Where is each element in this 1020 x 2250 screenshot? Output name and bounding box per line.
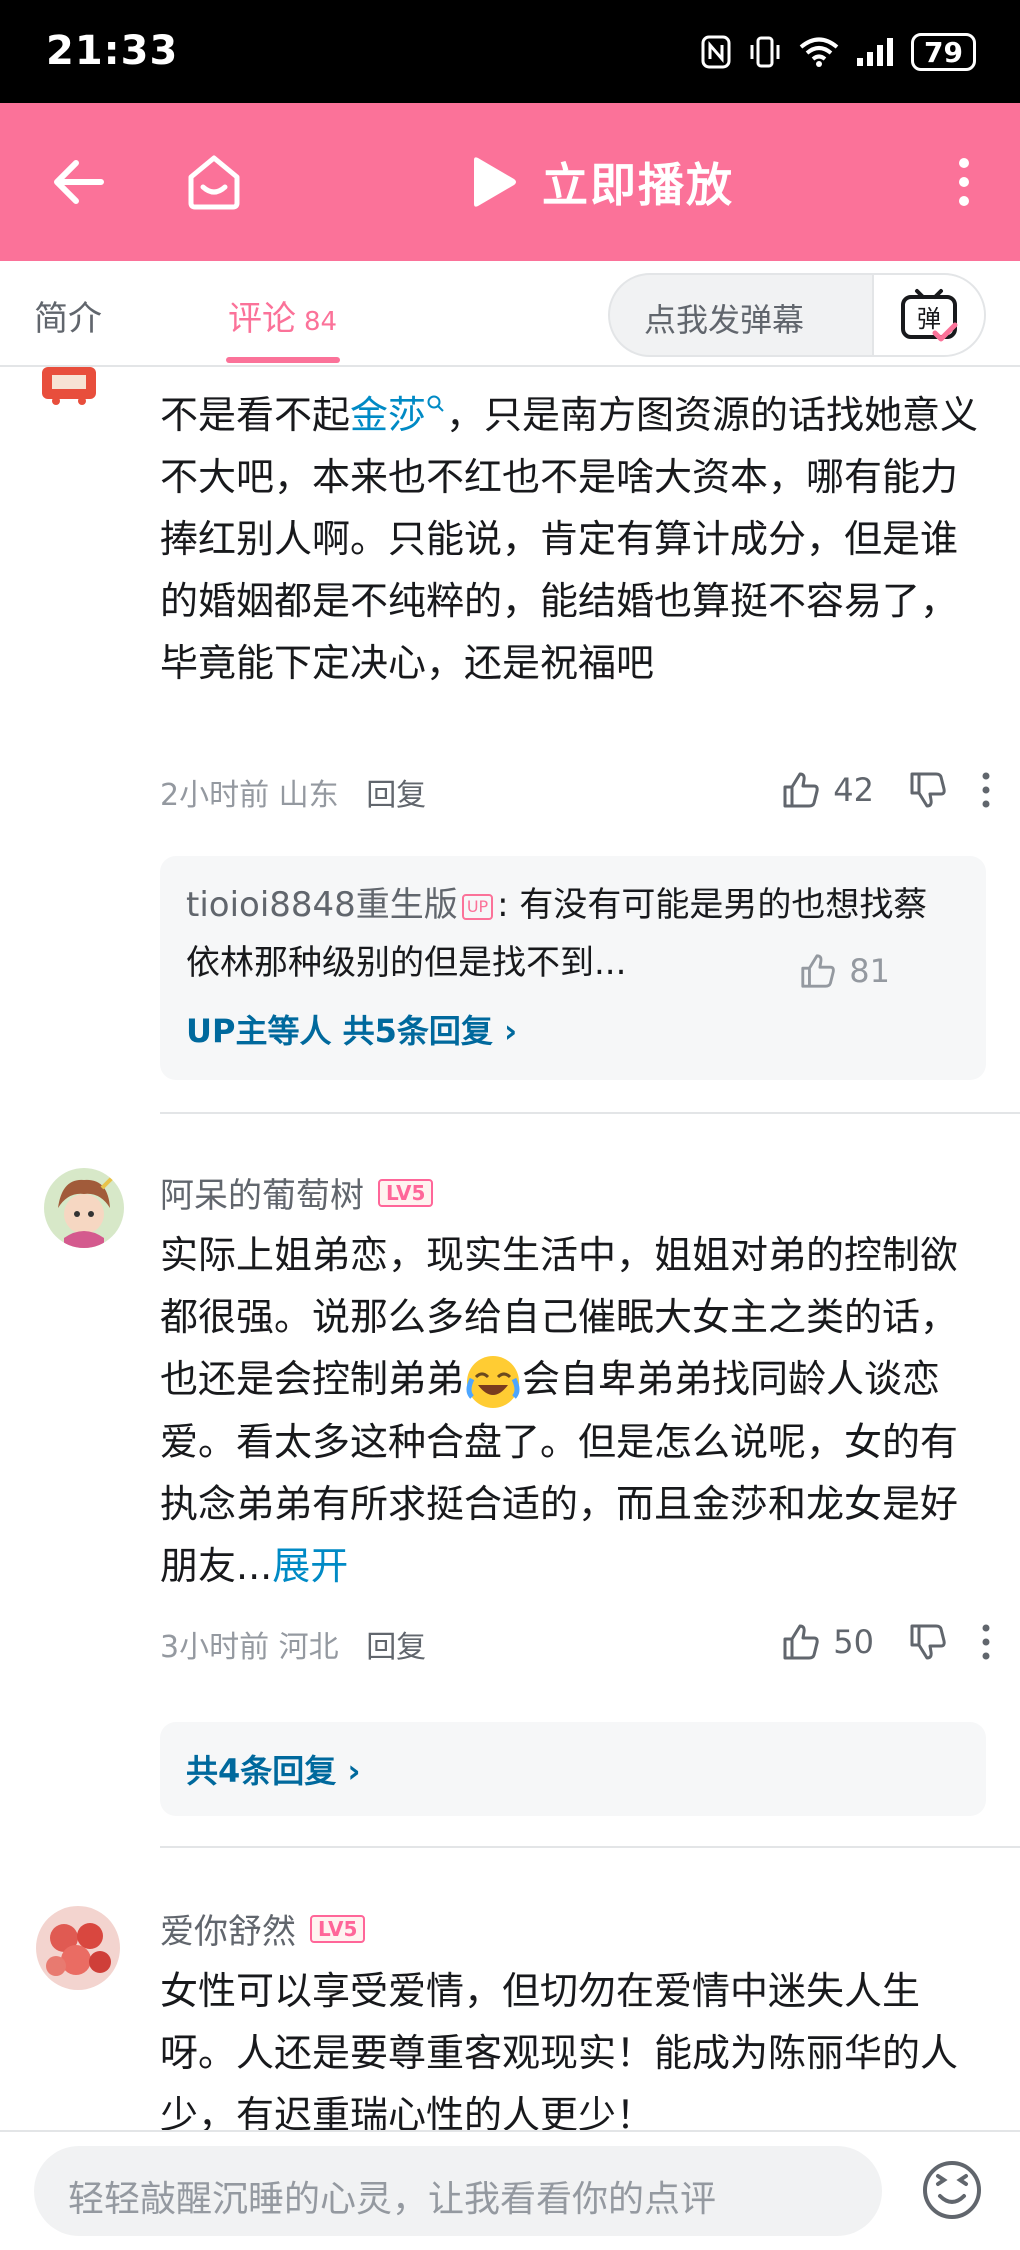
avatar[interactable] <box>36 1906 120 1990</box>
expand-link[interactable]: 展开 <box>272 1544 348 1588</box>
username[interactable]: 爱你舒然 <box>160 1904 296 1953</box>
more-menu-button[interactable] <box>914 103 1014 261</box>
comment-location: 河北 <box>278 1630 339 1665</box>
tab-comments-label: 评论 <box>228 299 296 339</box>
emoji-picker-icon[interactable] <box>920 2158 984 2222</box>
up-badge: UP <box>461 893 494 920</box>
reply-preview-box[interactable]: 共4条回复 › <box>160 1722 986 1816</box>
comment-input-placeholder: 轻轻敲醒沉睡的心灵，让我看看你的点评 <box>68 2179 717 2220</box>
comment-text: 实际上姐弟恋，现实生活中，姐姐对弟的控制欲都很强。说那么多给自己催眠大女主之类的… <box>160 1224 990 1597</box>
app-bar: 立即播放 <box>0 103 1020 261</box>
comment-username-row: 阿呆的葡萄树 LV5 <box>160 1168 434 1217</box>
comment-actions: 50 <box>781 1622 990 1662</box>
play-icon <box>474 157 516 207</box>
comment-location: 山东 <box>278 778 339 813</box>
reply-like-count: 81 <box>849 952 890 990</box>
nfc-icon <box>701 35 731 69</box>
avatar[interactable] <box>34 367 104 437</box>
comment-time: 3小时前 <box>160 1630 270 1665</box>
play-now-label: 立即播放 <box>542 158 734 212</box>
comment-time: 2小时前 <box>160 778 270 813</box>
status-time: 21:33 <box>46 28 179 74</box>
tab-comments[interactable]: 评论 84 <box>228 291 337 340</box>
level-badge: LV5 <box>378 1178 434 1207</box>
back-arrow-icon <box>54 160 104 204</box>
like-icon <box>801 954 836 988</box>
divider <box>160 1112 1020 1114</box>
search-keyword-label: 金莎 <box>350 393 427 437</box>
tab-intro[interactable]: 简介 <box>34 291 102 340</box>
search-icon <box>427 395 444 412</box>
like-icon[interactable] <box>781 1622 821 1662</box>
like-count: 50 <box>833 1623 874 1661</box>
like-count: 42 <box>833 771 874 809</box>
danmaku-settings-button[interactable]: 弹 <box>872 275 984 355</box>
reply-button[interactable]: 回复 <box>366 778 426 813</box>
more-vertical-icon[interactable] <box>982 1624 990 1660</box>
danmaku-icon-char: 弹 <box>917 305 941 333</box>
bottom-comment-bar: 轻轻敲醒沉睡的心灵，让我看看你的点评 <box>0 2130 1020 2250</box>
status-icons: 79 <box>701 30 976 74</box>
wifi-icon <box>799 37 839 67</box>
comment-meta: 3小时前 河北 回复 <box>160 1622 426 1666</box>
avatar[interactable] <box>44 1168 124 1248</box>
danmaku-tv-icon: 弹 <box>901 289 958 342</box>
reply-username[interactable]: tioioi8848重生版 <box>186 885 458 925</box>
reply-preview-box[interactable]: tioioi8848重生版 UP: 有没有可能是男的也想找蔡依林那种级别的但是找不… <box>160 856 986 1080</box>
divider <box>160 1846 1020 1848</box>
comment-actions: 42 <box>781 770 990 810</box>
vibrate-icon <box>750 36 780 68</box>
search-keyword-link[interactable]: 金莎 <box>350 393 446 437</box>
view-replies-link[interactable]: 共4条回复 › <box>186 1746 361 1792</box>
dislike-icon[interactable] <box>908 1622 948 1662</box>
comment-input[interactable]: 轻轻敲醒沉睡的心灵，让我看看你的点评 <box>34 2146 882 2236</box>
tab-active-indicator <box>226 357 340 363</box>
comment-meta: 2小时前 山东 回复 <box>160 770 426 814</box>
level-badge: LV5 <box>310 1914 366 1943</box>
reply-button[interactable]: 回复 <box>366 1630 426 1665</box>
play-now-button[interactable]: 立即播放 <box>468 103 734 261</box>
reply-like[interactable]: 81 <box>799 952 890 990</box>
tab-bar: 简介 评论 84 点我发弹幕 弹 <box>0 261 1020 367</box>
like-icon[interactable] <box>781 770 821 810</box>
status-bar: 21:33 79 <box>0 0 1020 103</box>
more-vertical-icon <box>959 158 969 206</box>
comment-text: 女性可以享受爱情，但切勿在爱情中迷失人生呀。人还是要尊重客观现实！能成为陈丽华的… <box>160 1969 959 2137</box>
laughing-crying-emoji-icon <box>466 1355 520 1408</box>
back-button[interactable] <box>28 103 128 261</box>
danmaku-input[interactable]: 点我发弹幕 弹 <box>608 273 986 357</box>
signal-icon <box>857 38 894 66</box>
comment-text: 不是看不起金莎 ，只是南方图资源的话找她意义不大吧，本来也不红也不是啥大资本，哪有… <box>160 384 990 694</box>
home-icon <box>188 155 240 210</box>
view-replies-link[interactable]: UP主等人 共5条回复 › <box>186 1006 517 1052</box>
battery-indicator: 79 <box>911 33 976 71</box>
username[interactable]: 阿呆的葡萄树 <box>160 1168 364 1217</box>
comment-username-row: 爱你舒然 LV5 <box>160 1904 366 1953</box>
home-button[interactable] <box>164 103 264 261</box>
danmaku-placeholder: 点我发弹幕 <box>644 301 805 339</box>
comment-text-part: 不是看不起 <box>160 393 351 437</box>
more-vertical-icon[interactable] <box>982 772 990 808</box>
tab-comments-count: 84 <box>304 307 338 337</box>
dislike-icon[interactable] <box>908 770 948 810</box>
